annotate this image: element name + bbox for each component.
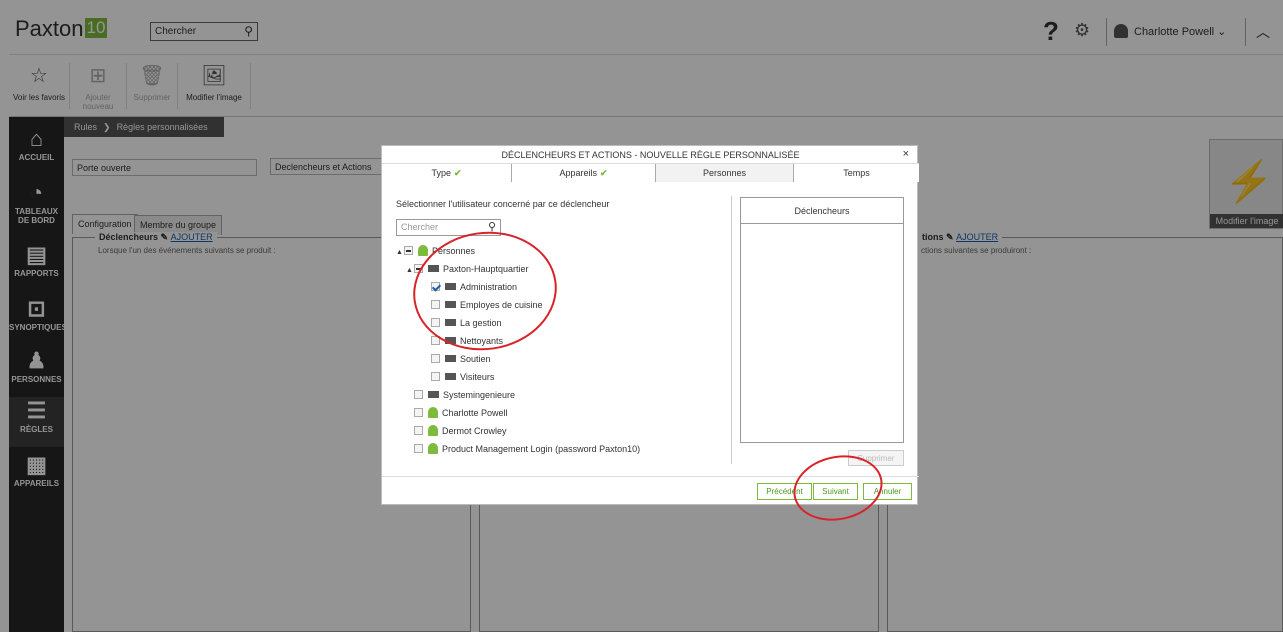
tree-checkbox[interactable] bbox=[431, 372, 440, 381]
tree-item-label: Dermot Crowley bbox=[442, 426, 507, 436]
tree-checkbox[interactable] bbox=[414, 426, 423, 435]
wizard-tabs: Type ✔ Appareils ✔ Personnes Temps bbox=[382, 164, 919, 182]
tree-checkbox[interactable] bbox=[404, 246, 413, 255]
tree-item[interactable]: Charlotte Powell bbox=[406, 406, 508, 420]
selected-triggers-header: Déclencheurs bbox=[741, 198, 903, 224]
person-icon bbox=[418, 245, 428, 256]
person-icon bbox=[428, 407, 438, 418]
folder-icon bbox=[428, 391, 439, 398]
divider bbox=[731, 196, 732, 464]
selected-triggers-list: Déclencheurs bbox=[740, 197, 904, 443]
tree-checkbox[interactable] bbox=[414, 408, 423, 417]
tree-item-label: Systemingenieure bbox=[443, 390, 516, 400]
tab-devices[interactable]: Appareils ✔ bbox=[512, 164, 656, 182]
tree-item[interactable]: Visiteurs bbox=[423, 370, 494, 384]
tab-time[interactable]: Temps bbox=[794, 164, 919, 182]
tree-item-label: Charlotte Powell bbox=[442, 408, 508, 418]
check-icon: ✔ bbox=[599, 168, 608, 178]
dialog-title: DÉCLENCHEURS ET ACTIONS - NOUVELLE RÈGLE… bbox=[382, 146, 919, 164]
folder-icon bbox=[445, 373, 456, 380]
tree-checkbox[interactable] bbox=[414, 444, 423, 453]
tree-item-label: Product Management Login (password Paxto… bbox=[442, 444, 641, 454]
people-prompt: Sélectionner l'utilisateur concerné par … bbox=[396, 199, 610, 209]
tree-item[interactable]: Systemingenieure bbox=[406, 388, 515, 402]
folder-icon bbox=[445, 355, 456, 362]
expand-toggle-icon[interactable]: ▲ bbox=[406, 264, 414, 278]
tree-item-label: Visiteurs bbox=[460, 372, 495, 382]
tab-type[interactable]: Type ✔ bbox=[382, 164, 512, 182]
expand-toggle-icon[interactable]: ▲ bbox=[396, 246, 404, 260]
tree-item-label: Soutien bbox=[460, 354, 491, 364]
tree-item[interactable]: Soutien bbox=[423, 352, 491, 366]
tree-checkbox[interactable] bbox=[431, 354, 440, 363]
tree-item[interactable]: Dermot Crowley bbox=[406, 424, 507, 438]
tab-people[interactable]: Personnes bbox=[656, 164, 794, 182]
tree-checkbox[interactable] bbox=[414, 390, 423, 399]
tree-item[interactable]: Product Management Login (password Paxto… bbox=[406, 442, 640, 456]
person-icon bbox=[428, 443, 438, 454]
close-icon[interactable]: × bbox=[903, 148, 909, 160]
check-icon: ✔ bbox=[453, 168, 462, 178]
person-icon bbox=[428, 425, 438, 436]
